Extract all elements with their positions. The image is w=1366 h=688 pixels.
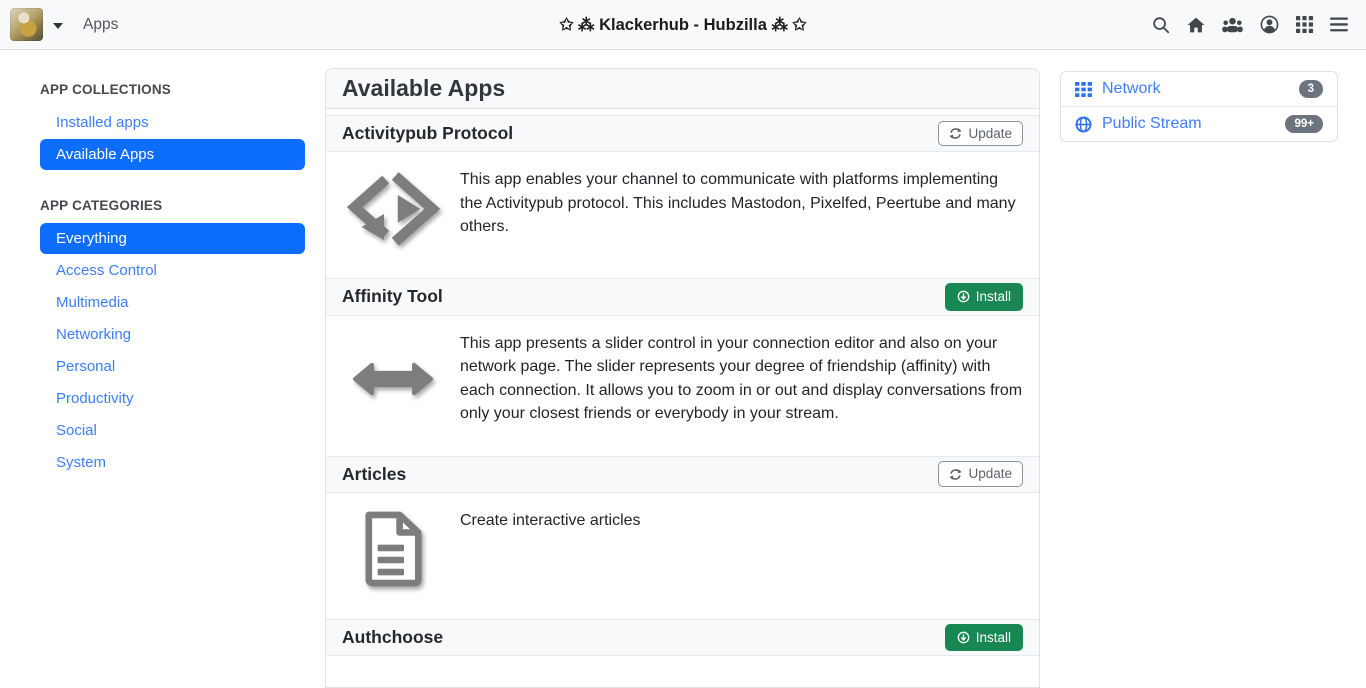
app-categories-list: Everything Access Control Multimedia Net…: [40, 223, 305, 478]
app-section-header: Authchoose Install: [326, 619, 1039, 657]
streams-card: Network 3 Public Stream 99+: [1060, 71, 1338, 142]
channel-menu[interactable]: Apps: [10, 8, 118, 41]
double-arrow-icon: [342, 332, 444, 400]
app-description: This app enables your channel to communi…: [460, 168, 1023, 239]
sidebar-item-networking[interactable]: Networking: [40, 319, 305, 350]
download-circle-icon: [957, 631, 970, 644]
app-section: Authchoose Install: [326, 619, 1039, 657]
sidebar-item-social[interactable]: Social: [40, 415, 305, 446]
public-stream-link[interactable]: Public Stream: [1102, 115, 1202, 133]
app-description: Create interactive articles: [460, 509, 641, 533]
update-button[interactable]: Update: [938, 461, 1023, 487]
app-title: Authchoose: [342, 627, 443, 648]
button-label: Update: [968, 127, 1012, 141]
public-stream-link-row[interactable]: Public Stream 99+: [1061, 106, 1337, 141]
app-collections-heading: APP COLLECTIONS: [40, 82, 305, 97]
chevron-down-icon[interactable]: [53, 23, 63, 29]
sidebar-item-personal[interactable]: Personal: [40, 351, 305, 382]
download-circle-icon: [957, 290, 970, 303]
button-label: Install: [976, 290, 1011, 304]
network-link[interactable]: Network: [1102, 80, 1161, 98]
sidebar-item-access-control[interactable]: Access Control: [40, 255, 305, 286]
app-description: This app presents a slider control in yo…: [460, 332, 1023, 426]
document-icon: [342, 509, 444, 589]
page-body: APP COLLECTIONS Installed apps Available…: [0, 50, 1366, 688]
network-count-badge: 3: [1299, 80, 1323, 98]
refresh-icon: [949, 468, 962, 481]
sidebar-item-productivity[interactable]: Productivity: [40, 383, 305, 414]
app-title: Articles: [342, 464, 406, 485]
app-section: Activitypub Protocol Update: [326, 115, 1039, 272]
site-title: ✩ ⁂ Klackerhub - Hubzilla ⁂ ✩: [560, 15, 807, 35]
navbar: Apps ✩ ⁂ Klackerhub - Hubzilla ⁂ ✩: [0, 0, 1366, 50]
button-label: Install: [976, 631, 1011, 645]
app-section: Affinity Tool Install: [326, 278, 1039, 450]
page-title: Available Apps: [342, 75, 1023, 102]
network-link-row[interactable]: Network 3: [1061, 72, 1337, 106]
app-title: Activitypub Protocol: [342, 123, 513, 144]
update-button[interactable]: Update: [938, 121, 1023, 147]
account-icon[interactable]: [1260, 15, 1279, 34]
install-button[interactable]: Install: [945, 283, 1023, 311]
panel-header: Available Apps: [326, 69, 1039, 109]
navbar-actions: [1152, 15, 1348, 34]
public-stream-count-badge: 99+: [1285, 115, 1323, 133]
install-button[interactable]: Install: [945, 624, 1023, 652]
right-sidebar: Network 3 Public Stream 99+: [1060, 68, 1338, 142]
app-body: This app presents a slider control in yo…: [326, 316, 1039, 450]
sidebar-item-multimedia[interactable]: Multimedia: [40, 287, 305, 318]
sidebar-item-everything[interactable]: Everything: [40, 223, 305, 254]
app-body: This app enables your channel to communi…: [326, 152, 1039, 272]
home-icon[interactable]: [1187, 17, 1205, 33]
sidebar-item-system[interactable]: System: [40, 447, 305, 478]
sidebar-item-available-apps[interactable]: Available Apps: [40, 139, 305, 170]
group-icon[interactable]: [1222, 17, 1243, 33]
app-section-header: Activitypub Protocol Update: [326, 115, 1039, 152]
available-apps-panel: Available Apps Activitypub Protocol Upda…: [325, 68, 1040, 688]
grid-icon: [1075, 82, 1092, 97]
activitypub-logo-icon: [342, 168, 444, 248]
app-body: Create interactive articles: [326, 493, 1039, 613]
app-section-header: Affinity Tool Install: [326, 278, 1039, 316]
app-section-header: Articles Update: [326, 456, 1039, 493]
app-section: Articles Update: [326, 456, 1039, 613]
app-grid-icon[interactable]: [1296, 16, 1313, 33]
channel-avatar[interactable]: [10, 8, 43, 41]
button-label: Update: [968, 467, 1012, 481]
left-sidebar: APP COLLECTIONS Installed apps Available…: [40, 68, 305, 506]
app-collections-list: Installed apps Available Apps: [40, 107, 305, 170]
sidebar-item-installed-apps[interactable]: Installed apps: [40, 107, 305, 138]
current-app-label[interactable]: Apps: [83, 16, 118, 34]
globe-icon: [1075, 116, 1092, 133]
menu-icon[interactable]: [1330, 17, 1348, 32]
app-title: Affinity Tool: [342, 286, 443, 307]
refresh-icon: [949, 127, 962, 140]
app-categories-heading: APP CATEGORIES: [40, 198, 305, 213]
search-icon[interactable]: [1152, 16, 1170, 34]
